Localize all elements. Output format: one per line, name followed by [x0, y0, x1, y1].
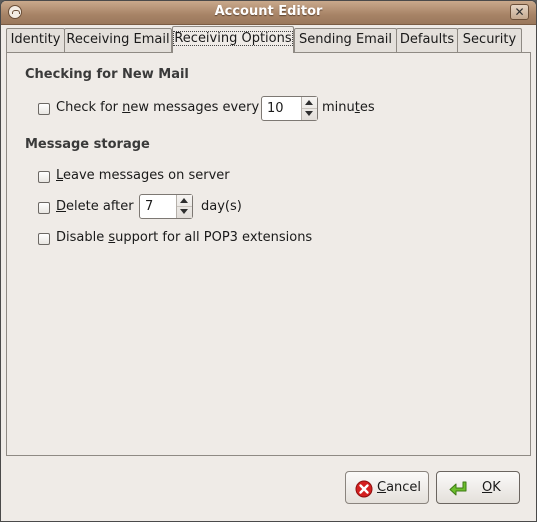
cancel-label: Cancel	[377, 480, 422, 495]
tab-security[interactable]: Security	[457, 28, 522, 52]
ok-button[interactable]: OK	[436, 471, 520, 504]
cancel-button[interactable]: Cancel	[345, 471, 429, 504]
window-title: Account Editor	[214, 4, 323, 19]
delete-days-arrows[interactable]	[176, 195, 192, 218]
spin-up-icon[interactable]	[180, 198, 188, 203]
ok-label: OK	[482, 480, 501, 495]
days-unit-label: day(s)	[201, 199, 242, 214]
tab-receiving-options[interactable]: Receiving Options	[172, 26, 294, 53]
receiving-options-panel: Checking for New Mail Check for new mess…	[6, 52, 531, 456]
delete-days-value[interactable]: 7	[145, 199, 153, 214]
tab-identity[interactable]: Identity	[6, 28, 65, 52]
spin-down-icon[interactable]	[305, 111, 313, 116]
delete-days-spinbutton[interactable]: 7	[139, 194, 193, 219]
close-button[interactable]: ✕	[510, 4, 529, 20]
tab-sending-email[interactable]: Sending Email	[294, 28, 397, 52]
check-new-messages-label[interactable]: Check for new messages every	[56, 100, 259, 115]
leave-on-server-label[interactable]: Leave messages on server	[56, 168, 230, 183]
spin-up-icon[interactable]	[305, 100, 313, 105]
ok-arrow-icon	[448, 479, 470, 510]
spin-divider	[302, 108, 317, 109]
cancel-icon	[355, 479, 373, 510]
check-new-messages-checkbox[interactable]	[38, 103, 50, 115]
checking-section-title: Checking for New Mail	[25, 67, 189, 82]
storage-section-title: Message storage	[25, 137, 150, 152]
leave-on-server-checkbox[interactable]	[38, 171, 50, 183]
delete-after-checkbox[interactable]	[38, 202, 50, 214]
tab-bar: Identity Receiving Email Receiving Optio…	[6, 26, 531, 53]
check-interval-spinbutton[interactable]: 10	[261, 96, 318, 121]
tab-receiving-email[interactable]: Receiving Email	[64, 28, 172, 52]
spin-divider	[177, 206, 192, 207]
account-editor-window: Account Editor ✕ Identity Receiving Emai…	[0, 0, 537, 522]
disable-pop3-checkbox[interactable]	[38, 233, 50, 245]
spin-down-icon[interactable]	[180, 209, 188, 214]
check-interval-arrows[interactable]	[301, 97, 317, 120]
disable-pop3-label[interactable]: Disable support for all POP3 extensions	[56, 230, 312, 245]
delete-after-label[interactable]: Delete after	[56, 199, 134, 214]
close-icon: ✕	[514, 5, 525, 19]
tab-defaults[interactable]: Defaults	[396, 28, 458, 52]
check-interval-value[interactable]: 10	[267, 101, 284, 116]
title-bar[interactable]: Account Editor ✕	[1, 1, 536, 25]
minutes-label: minutes	[322, 100, 375, 115]
